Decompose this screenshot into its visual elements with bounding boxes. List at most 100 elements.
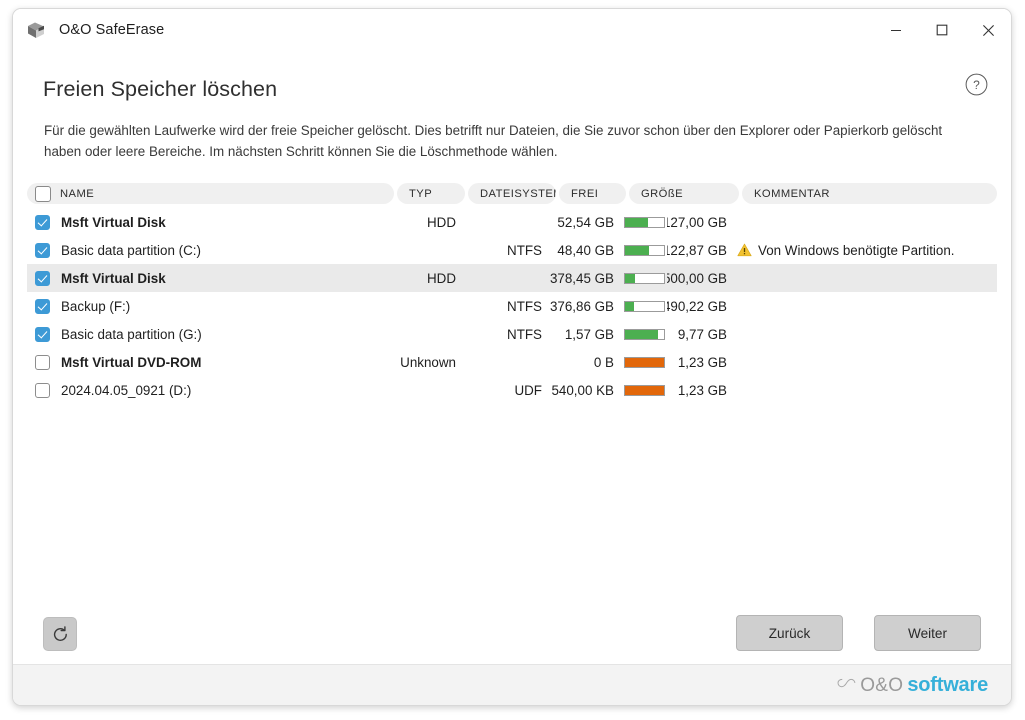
column-header-frei[interactable]: FREI (559, 183, 626, 204)
row-checkbox[interactable] (35, 382, 50, 398)
drive-name-label: Msft Virtual Disk (61, 214, 166, 230)
page-description: Für die gewählten Laufwerke wird der fre… (44, 123, 943, 159)
cell-kommentar: Von Windows benötigte Partition. (727, 243, 997, 258)
cell-groesse: 1,23 GB (677, 382, 727, 398)
table-body: Msft Virtual Disk HDD 52,54 GB 127,00 GB Bas… (27, 208, 997, 404)
usage-bar-fill (625, 301, 634, 311)
table-row[interactable]: Backup (F:) NTFS 376,86 GB 490,22 GB (27, 292, 997, 320)
table-row[interactable]: Basic data partition (G:) NTFS 1,57 GB 9,77… (27, 320, 997, 348)
usage-bar (624, 216, 665, 228)
oo-loop-icon (837, 676, 856, 696)
drive-name-label: Backup (F:) (61, 298, 131, 314)
cell-usage-bar (617, 244, 667, 256)
column-header-groesse[interactable]: GRÖßE (629, 183, 739, 204)
drive-name-label: Msft Virtual DVD-ROM (61, 354, 202, 370)
kommentar-label: Von Windows benötigte Partition. (758, 242, 955, 258)
page-header: Freien Speicher löschen ? (13, 51, 1011, 102)
cell-groesse: 490,22 GB (667, 298, 727, 314)
cell-frei: 376,86 GB (550, 298, 614, 314)
row-checkbox[interactable] (35, 298, 50, 314)
row-checkbox[interactable] (35, 214, 50, 230)
cell-groesse: 500,00 GB (667, 270, 727, 286)
footer-bar: O&O software (13, 664, 1011, 705)
cell-usage-bar (617, 272, 667, 284)
minimize-button[interactable] (873, 9, 919, 51)
cell-frei: 1,57 GB (564, 326, 614, 342)
table-row[interactable]: Msft Virtual DVD-ROM Unknown 0 B 1,23 GB (27, 348, 997, 376)
brand-software-text: software (907, 673, 988, 696)
cell-dateisystem: NTFS (507, 242, 542, 258)
drive-name-label: Basic data partition (C:) (61, 242, 201, 258)
close-icon (982, 24, 994, 36)
cell-frei: 52,54 GB (557, 214, 614, 230)
action-bar: Zurück Weiter (13, 609, 1011, 659)
column-header-typ[interactable]: TYP (397, 183, 465, 204)
table-row[interactable]: 2024.04.05_0921 (D:) UDF 540,00 KB 1,23 GB (27, 376, 997, 404)
usage-bar (624, 300, 665, 312)
column-header-name[interactable]: NAME (27, 183, 394, 204)
cell-usage-bar (617, 384, 667, 396)
cell-typ: HDD (426, 270, 456, 286)
cell-groesse: 127,00 GB (667, 214, 727, 230)
usage-bar-fill (625, 217, 648, 227)
warning-icon (737, 243, 752, 257)
usage-bar (624, 328, 665, 340)
cell-dateisystem: NTFS (507, 326, 542, 342)
drive-name-label: Msft Virtual Disk (61, 270, 166, 286)
cell-frei: 378,45 GB (550, 270, 614, 286)
usage-bar (624, 356, 665, 368)
drive-name-label: Basic data partition (G:) (61, 326, 202, 342)
column-header-name-label: NAME (60, 187, 95, 200)
cell-name: Msft Virtual Disk (27, 270, 394, 286)
cell-usage-bar (617, 328, 667, 340)
cell-dateisystem: NTFS (507, 298, 542, 314)
cell-groesse: 122,87 GB (667, 242, 727, 258)
column-header-dateisystem[interactable]: DATEISYSTEM (468, 183, 556, 204)
table-header-row: NAME TYP DATEISYSTEM FREI GRÖßE KOMMENTA… (27, 183, 997, 204)
window-title: O&O SafeErase (59, 22, 165, 38)
usage-bar (624, 384, 665, 396)
usage-bar (624, 272, 665, 284)
table-row[interactable]: Basic data partition (C:) NTFS 48,40 GB 122… (27, 236, 997, 264)
column-header-kommentar[interactable]: KOMMENTAR (742, 183, 997, 204)
drive-name-label: 2024.04.05_0921 (D:) (61, 382, 192, 398)
cell-name: Msft Virtual Disk (27, 214, 394, 230)
back-button[interactable]: Zurück (736, 615, 843, 651)
minimize-icon (891, 29, 901, 32)
cell-name: Basic data partition (C:) (27, 242, 394, 258)
cell-usage-bar (617, 216, 667, 228)
cell-name: 2024.04.05_0921 (D:) (27, 382, 394, 398)
cell-typ: Unknown (400, 354, 456, 370)
help-circle-icon: ? (965, 73, 987, 95)
usage-bar-fill (625, 245, 649, 255)
help-button[interactable]: ? (961, 69, 991, 99)
window-controls (873, 9, 1011, 51)
cell-name: Backup (F:) (27, 298, 394, 314)
app-window: O&O SafeErase Freien Speicher löschen ? … (12, 8, 1012, 706)
row-checkbox[interactable] (35, 242, 50, 258)
row-checkbox[interactable] (35, 270, 50, 286)
svg-text:?: ? (973, 78, 980, 92)
row-checkbox[interactable] (35, 326, 50, 342)
app-cube-icon (25, 19, 47, 41)
cell-usage-bar (617, 356, 667, 368)
usage-bar-fill (625, 329, 658, 339)
refresh-button[interactable] (43, 617, 77, 651)
cell-name: Msft Virtual DVD-ROM (27, 354, 394, 370)
close-button[interactable] (965, 9, 1011, 51)
title-bar: O&O SafeErase (13, 9, 1011, 51)
cell-frei: 0 B (593, 354, 614, 370)
usage-bar-fill (625, 385, 664, 395)
cell-usage-bar (617, 300, 667, 312)
select-all-checkbox[interactable] (35, 185, 51, 202)
row-checkbox[interactable] (35, 354, 50, 370)
cell-name: Basic data partition (G:) (27, 326, 394, 342)
cell-groesse: 9,77 GB (677, 326, 727, 342)
cell-typ: HDD (426, 214, 456, 230)
table-row[interactable]: Msft Virtual Disk HDD 378,45 GB 500,00 GB (27, 264, 997, 292)
maximize-button[interactable] (919, 9, 965, 51)
next-button[interactable]: Weiter (874, 615, 981, 651)
page-title: Freien Speicher löschen (43, 77, 278, 101)
usage-bar-fill (625, 273, 635, 283)
table-row[interactable]: Msft Virtual Disk HDD 52,54 GB 127,00 GB (27, 208, 997, 236)
